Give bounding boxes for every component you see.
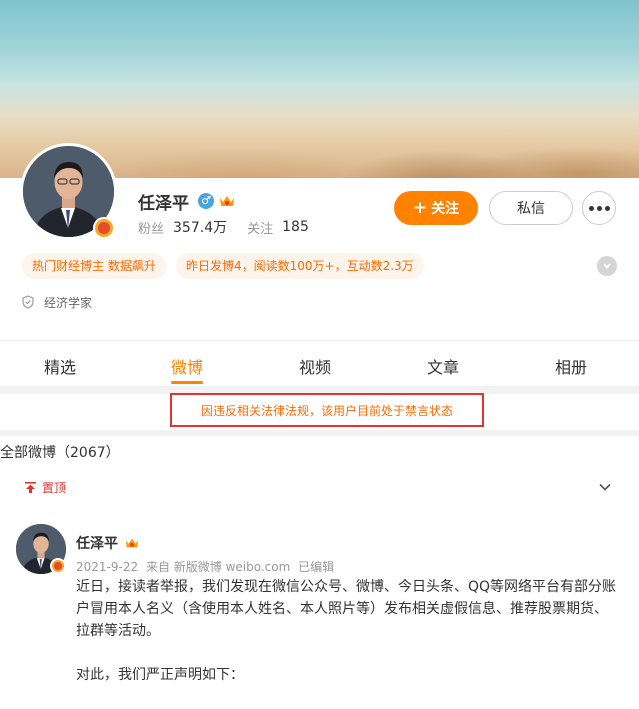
tab-weibo[interactable]: 微博 (171, 354, 203, 378)
chevron-down-icon (603, 263, 611, 269)
all-weibo-count: 全部微博（2067） (0, 445, 120, 461)
message-button-label: 私信 (517, 201, 545, 217)
follow-button-label: 关注 (431, 201, 460, 217)
post-meta: 2021-9-22 来自 新版微博 weibo.com 已编辑 (76, 558, 338, 575)
message-button[interactable]: 私信 (489, 191, 573, 225)
follow-button[interactable]: + 关注 (394, 191, 478, 225)
following-label: 关注 (247, 221, 274, 237)
post-date[interactable]: 2021-9-22 (76, 560, 138, 574)
post-paragraph: 对此，我们严正声明如下： (76, 667, 244, 683)
post-author-row: 任泽平 (76, 533, 140, 553)
pinned-indicator: 置顶 (24, 478, 66, 496)
tab-articles[interactable]: 文章 (427, 354, 459, 378)
section-divider (0, 340, 639, 341)
hot-blogger-tag[interactable]: 热门财经博主 数据飙升 (22, 253, 166, 279)
profile-tabs: 精选 微博 视频 文章 相册 (0, 342, 639, 386)
following-count[interactable]: 185 (282, 219, 309, 235)
tab-featured[interactable]: 精选 (44, 354, 76, 378)
profile-name: 任泽平 (138, 193, 189, 214)
vip-crown-icon (220, 196, 234, 206)
post-source: 来自 新版微博 weibo.com (145, 560, 291, 574)
verified-badge-icon (93, 217, 115, 239)
followers-label: 粉丝 (138, 221, 165, 237)
more-dots-icon (588, 205, 594, 211)
pinned-label: 置顶 (42, 480, 67, 495)
occupation-label: 经济学家 (44, 295, 93, 310)
expand-info-button[interactable] (597, 256, 617, 276)
pin-top-icon (25, 481, 36, 493)
shield-icon (22, 295, 34, 309)
chevron-down-icon[interactable] (598, 480, 612, 494)
post-paragraph: 近日，接读者举报，我们发现在微信公众号、微博、今日头条、QQ等网络平台有部分账户… (76, 579, 617, 639)
post-edited: 已编辑 (298, 560, 335, 574)
post-author-name[interactable]: 任泽平 (76, 533, 118, 553)
followers-count[interactable]: 357.4万 (173, 217, 227, 237)
active-tab-indicator (171, 381, 203, 384)
tab-videos[interactable]: 视频 (299, 354, 331, 378)
section-separator (0, 430, 639, 436)
male-gender-icon: ♂ (198, 193, 214, 209)
ban-notice: 因违反相关法律法规，该用户目前处于禁言状态 (170, 393, 484, 427)
occupation-row: 经济学家 (22, 294, 92, 310)
vip-crown-icon (125, 538, 139, 548)
more-options-button[interactable] (582, 191, 616, 225)
profile-stats: 粉丝 357.4万 关注 185 (138, 217, 329, 237)
tab-albums[interactable]: 相册 (555, 354, 587, 378)
daily-stats-tag[interactable]: 昨日发博4，阅读数100万+，互动数2.3万 (176, 253, 424, 279)
plus-icon: + (412, 198, 428, 218)
profile-name-row: 任泽平 ♂ (138, 189, 236, 214)
verified-badge-icon (50, 558, 66, 574)
post-body: 近日，接读者举报，我们发现在微信公众号、微博、今日头条、QQ等网络平台有部分账户… (76, 576, 621, 686)
